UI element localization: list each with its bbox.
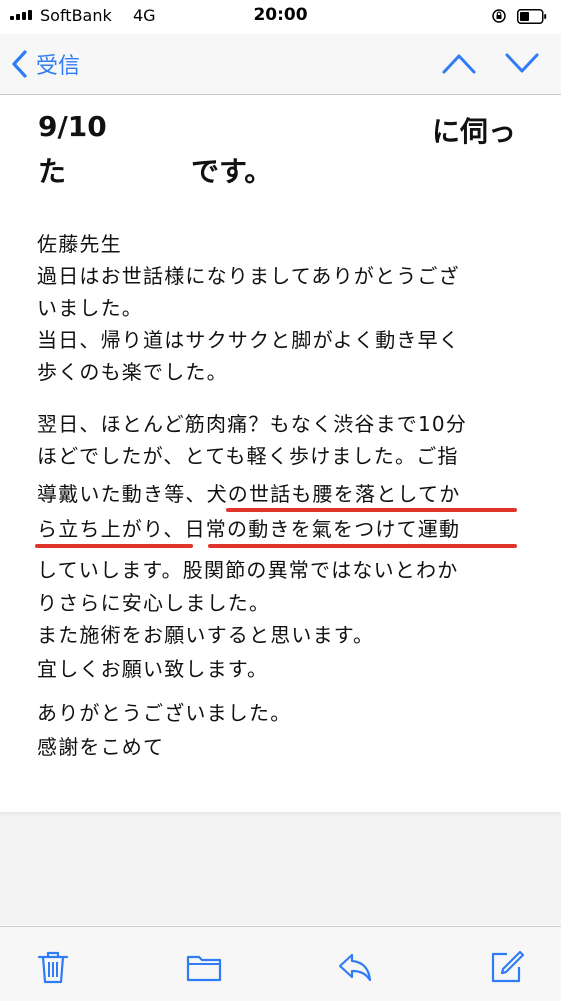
chevron-left-icon — [12, 50, 27, 78]
chevron-up-icon — [442, 54, 476, 74]
body-line: 佐藤先生 — [37, 232, 122, 256]
highlight-underline — [226, 508, 517, 512]
body-line: また施術をお願いすると思います。 — [37, 623, 375, 647]
trash-icon[interactable] — [35, 949, 71, 985]
highlight-underline — [35, 544, 193, 548]
subject-part: た — [38, 155, 67, 188]
status-bar: SoftBank 4G 20:00 — [0, 0, 561, 34]
compose-icon[interactable] — [489, 949, 525, 985]
chevron-down-icon — [505, 53, 539, 73]
body-line: 感謝をこめて — [37, 735, 165, 759]
body-line: いました。 — [37, 296, 143, 320]
subject-part: に伺っ — [432, 115, 517, 148]
body-line: 宜しくお願い致します。 — [37, 657, 269, 681]
body-line: 翌日、ほとんど筋肉痛？もなく渋谷まで10分 — [37, 412, 468, 436]
navigation-bar: 受信 — [0, 34, 561, 95]
reply-icon[interactable] — [337, 949, 373, 985]
body-line: 当日、帰り道はサクサクと脚がよく動き早く — [37, 328, 460, 352]
body-line: 過日はお世話様になりましてありがとうござ — [37, 264, 460, 288]
body-line: りさらに安心しました。 — [37, 591, 271, 615]
body-line: していします。股関節の異常ではないとわか — [37, 558, 459, 582]
previous-message-button[interactable] — [441, 50, 477, 76]
body-line: 導戴いた動き等、犬の世話も腰を落としてか — [37, 482, 461, 506]
folder-icon[interactable] — [186, 949, 222, 985]
highlight-underline — [208, 544, 517, 548]
body-line: ら立ち上がり、日常の動きを氣をつけて運動 — [37, 517, 461, 541]
back-button[interactable]: 受信 — [10, 48, 80, 80]
body-line: ほどでしたが、とても軽く歩けました。ご指 — [37, 444, 459, 468]
body-line: 歩くのも楽でした。 — [37, 360, 228, 384]
back-button-label: 受信 — [36, 54, 81, 79]
next-message-button[interactable] — [504, 50, 540, 76]
battery-icon — [517, 9, 547, 24]
subject-part: 9/10 — [38, 110, 107, 143]
bottom-toolbar — [0, 926, 561, 1001]
clock: 20:00 — [253, 5, 308, 25]
body-line: ありがとうございました。 — [37, 701, 292, 725]
subject-part: です。 — [191, 155, 273, 188]
orientation-lock-icon — [492, 9, 506, 23]
